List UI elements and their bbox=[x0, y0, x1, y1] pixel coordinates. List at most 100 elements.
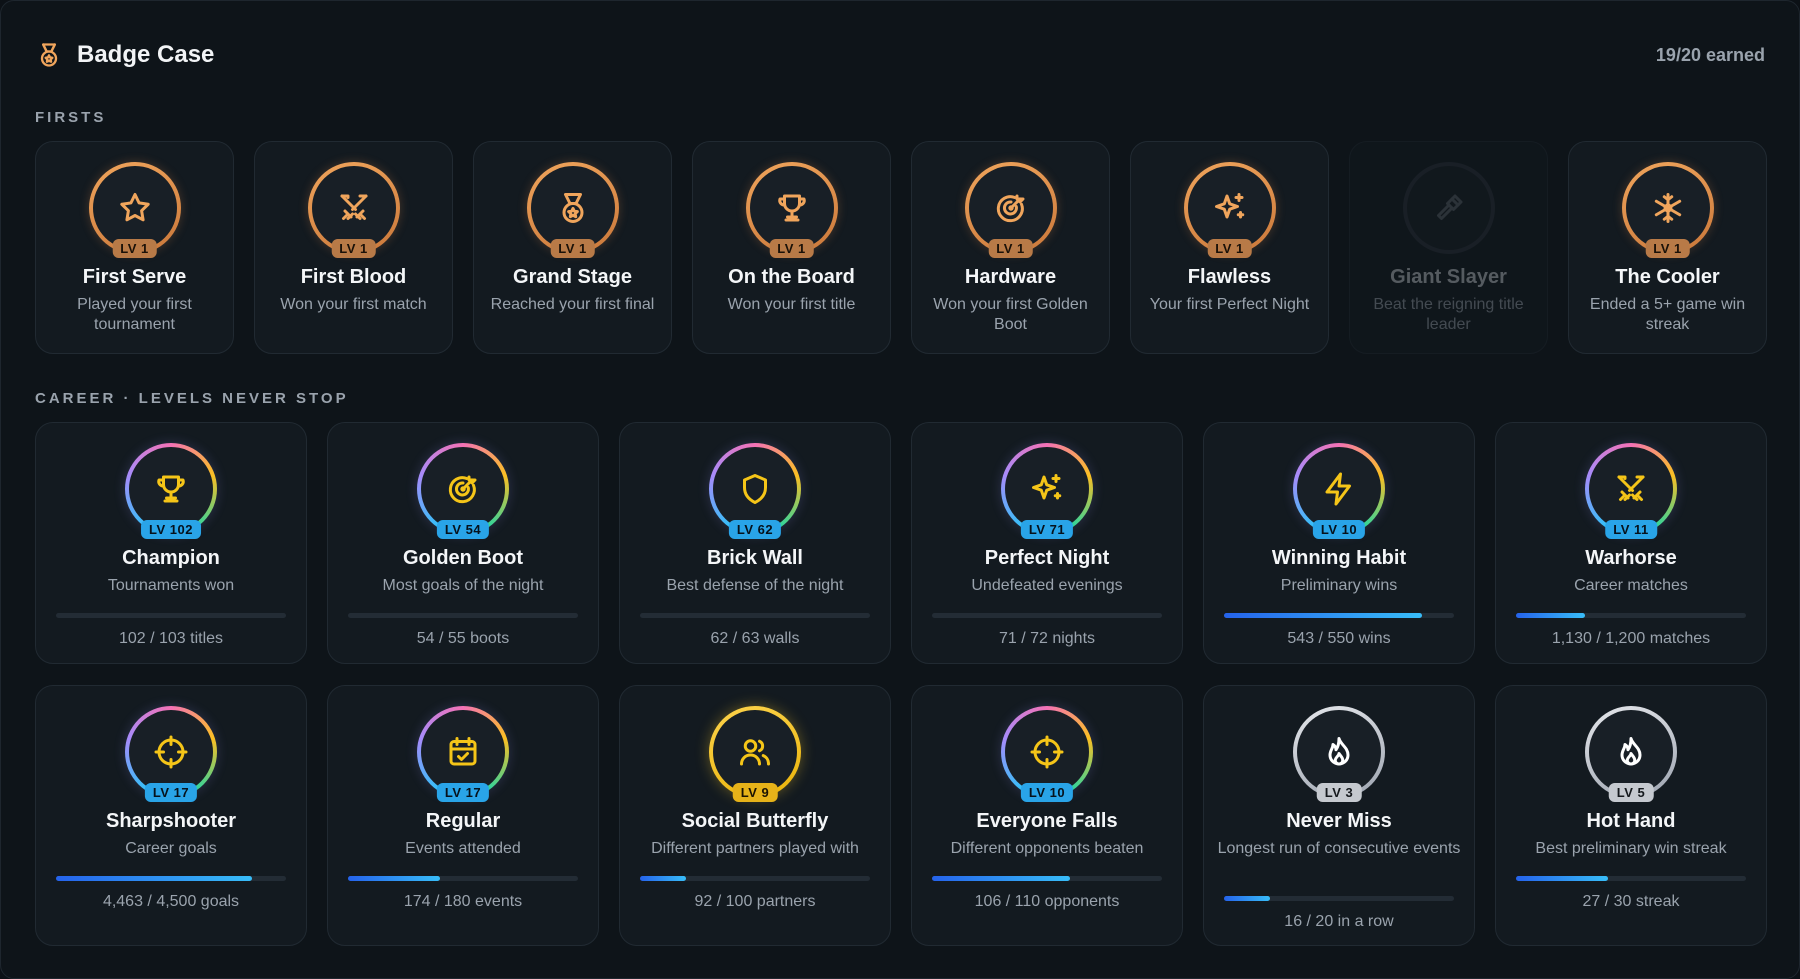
sparkles-icon bbox=[1032, 474, 1062, 500]
badge-name: Regular bbox=[425, 810, 501, 832]
level-pill: LV 1 bbox=[112, 239, 157, 258]
badge-description: Most goals of the night bbox=[382, 577, 544, 594]
badge-name: The Cooler bbox=[1615, 266, 1720, 288]
level-pill: LV 1 bbox=[769, 239, 814, 258]
progress-fill bbox=[640, 876, 686, 881]
badge-name: Brick Wall bbox=[707, 547, 803, 569]
badge-name: Everyone Falls bbox=[976, 810, 1118, 832]
snowflake-icon bbox=[1654, 193, 1681, 223]
badge-emblem: LV 71 bbox=[1001, 443, 1093, 539]
badge-name: Flawless bbox=[1187, 266, 1272, 288]
badge-inner bbox=[311, 166, 396, 250]
first-badge-card[interactable]: LV 1 Flawless Your first Perfect Night bbox=[1130, 141, 1329, 354]
level-pill: LV 1 bbox=[988, 239, 1033, 258]
badge-emblem: LV 10 bbox=[1293, 443, 1385, 539]
section-firsts-label: FIRSTS bbox=[35, 109, 107, 126]
badge-description: Ended a 5+ game win streak bbox=[1589, 296, 1746, 333]
badge-description: Reached your first final bbox=[490, 296, 655, 313]
career-badge-card[interactable]: LV 5 Hot Hand Best preliminary win streak 2… bbox=[1495, 685, 1767, 946]
badge-emblem: LV 102 bbox=[125, 443, 217, 539]
badge-inner bbox=[749, 166, 834, 250]
badge-emblem: LV 11 bbox=[1585, 443, 1677, 539]
badge-description: Played your first tournament bbox=[77, 296, 192, 333]
career-badge-card[interactable]: LV 62 Brick Wall Best defense of the night… bbox=[619, 422, 891, 664]
badge-name: Winning Habit bbox=[1271, 547, 1407, 569]
career-badge-card[interactable]: LV 3 Never Miss Longest run of consecutive… bbox=[1203, 685, 1475, 946]
badge-inner bbox=[1005, 710, 1089, 794]
first-badge-card[interactable]: LV 1 The Cooler Ended a 5+ game win streak bbox=[1568, 141, 1767, 354]
badge-emblem: LV 10 bbox=[1001, 706, 1093, 802]
progress-track bbox=[640, 876, 870, 881]
badge-description: Best preliminary win streak bbox=[1535, 840, 1727, 857]
badge-emblem: LV 17 bbox=[125, 706, 217, 802]
progress-fill bbox=[348, 876, 440, 881]
badge-inner bbox=[1406, 166, 1491, 250]
progress-fill bbox=[1516, 613, 1585, 618]
progress-text: 102 / 103 titles bbox=[118, 630, 224, 647]
badge-inner bbox=[713, 447, 797, 531]
first-badge-card[interactable]: LV 1 On the Board Won your first title bbox=[692, 141, 891, 354]
badge-description: Different opponents beaten bbox=[950, 840, 1144, 857]
badge-ring bbox=[1402, 162, 1495, 254]
badge-description: Career matches bbox=[1574, 577, 1688, 594]
page-title: Badge Case bbox=[77, 41, 215, 68]
crosshair-icon bbox=[1030, 735, 1064, 769]
section-career-label: CAREER · LEVELS NEVER STOP bbox=[35, 390, 349, 407]
progress-text: 92 / 100 partners bbox=[694, 893, 816, 910]
shield-icon bbox=[743, 474, 767, 504]
badge-inner bbox=[1005, 447, 1089, 531]
career-badge-card[interactable]: LV 17 Regular Events attended 174 / 180 eve… bbox=[327, 685, 599, 946]
progress-track bbox=[348, 613, 578, 618]
level-pill: LV 17 bbox=[144, 783, 198, 802]
badge-name: Hot Hand bbox=[1586, 810, 1676, 832]
crossed-swords-icon bbox=[1617, 475, 1645, 501]
badge-name: Sharpshooter bbox=[105, 810, 237, 832]
badge-name: First Blood bbox=[300, 266, 407, 288]
badge-name: Golden Boot bbox=[403, 547, 523, 569]
progress-track bbox=[348, 876, 578, 881]
badge-inner bbox=[1297, 710, 1381, 794]
level-pill: LV 1 bbox=[1645, 239, 1690, 258]
progress-track bbox=[932, 613, 1162, 618]
career-badge-card[interactable]: LV 10 Everyone Falls Different opponents b… bbox=[911, 685, 1183, 946]
level-pill: LV 62 bbox=[728, 520, 782, 539]
badge-emblem: LV 1 bbox=[88, 162, 181, 258]
progress-fill bbox=[932, 876, 1070, 881]
career-badge-card[interactable]: LV 102 Champion Tournaments won 102 / 103 t… bbox=[35, 422, 307, 664]
badge-description: Career goals bbox=[125, 840, 217, 857]
badge-description: Events attended bbox=[405, 840, 521, 857]
badge-inner bbox=[1625, 166, 1710, 250]
earned-count: 19/20 earned bbox=[1655, 44, 1765, 65]
progress-fill bbox=[56, 876, 252, 881]
progress-text: 4,463 / 4,500 goals bbox=[102, 893, 240, 910]
level-pill: LV 17 bbox=[436, 783, 490, 802]
level-pill: LV 3 bbox=[1316, 783, 1362, 802]
first-badge-card[interactable]: LV 1 First Blood Won your first match bbox=[254, 141, 453, 354]
first-badge-card[interactable]: LV 1 First Serve Played your first tournam… bbox=[35, 141, 234, 354]
career-badge-card[interactable]: LV 11 Warhorse Career matches 1,130 / 1,200… bbox=[1495, 422, 1767, 664]
badge-name: On the Board bbox=[728, 266, 855, 288]
progress-text: 16 / 20 in a row bbox=[1284, 913, 1394, 930]
badge-name: Champion bbox=[122, 547, 220, 569]
first-badge-card[interactable]: LV 1 Hardware Won your first Golden Boot bbox=[911, 141, 1110, 354]
badge-inner bbox=[129, 710, 213, 794]
career-badge-card[interactable]: LV 10 Winning Habit Preliminary wins 543 / … bbox=[1203, 422, 1475, 664]
badge-emblem: LV 17 bbox=[417, 706, 509, 802]
first-badge-card[interactable]: Giant Slayer Beat the reigning title lead… bbox=[1349, 141, 1548, 354]
progress-track bbox=[1516, 876, 1746, 881]
career-badge-card[interactable]: LV 9 Social Butterfly Different partners p… bbox=[619, 685, 891, 946]
medal-icon bbox=[40, 43, 58, 67]
progress-text: 543 / 550 wins bbox=[1287, 630, 1391, 647]
career-badge-card[interactable]: LV 71 Perfect Night Undefeated evenings 71 … bbox=[911, 422, 1183, 664]
flame-icon bbox=[1620, 737, 1642, 766]
career-badge-card[interactable]: LV 54 Golden Boot Most goals of the night 5… bbox=[327, 422, 599, 664]
trophy-icon bbox=[777, 194, 806, 222]
progress-fill bbox=[1224, 613, 1422, 618]
progress-text: 54 / 55 boots bbox=[416, 630, 510, 647]
badge-emblem: LV 5 bbox=[1585, 706, 1677, 802]
badge-name: Grand Stage bbox=[513, 266, 632, 288]
badge-inner bbox=[92, 166, 177, 250]
first-badge-card[interactable]: LV 1 Grand Stage Reached your first final bbox=[473, 141, 672, 354]
progress-text: 174 / 180 events bbox=[403, 893, 523, 910]
career-badge-card[interactable]: LV 17 Sharpshooter Career goals 4,463 / 4,5… bbox=[35, 685, 307, 946]
